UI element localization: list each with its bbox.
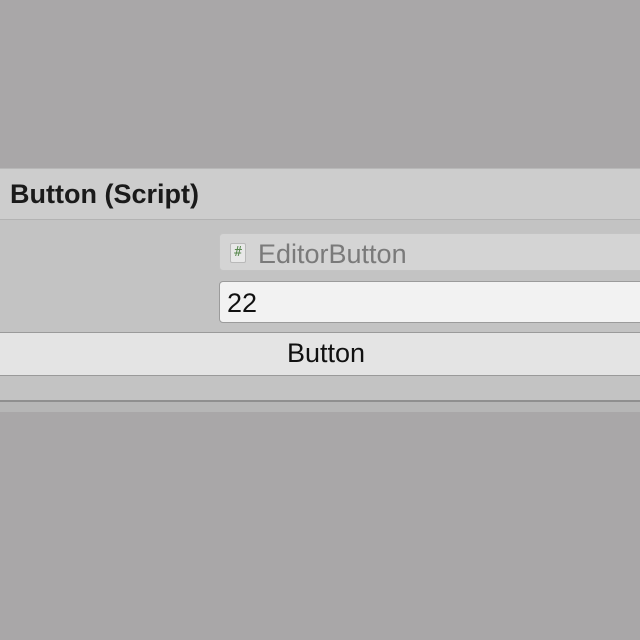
component-header[interactable]: Button (Script) [0,169,640,220]
action-button[interactable]: Button [0,332,640,376]
int-value-input[interactable] [227,288,627,319]
script-name: EditorButton [258,239,407,269]
inspector-area: Button (Script) # EditorButton Button [0,0,640,640]
script-object-field[interactable]: # EditorButton [219,233,640,271]
panel-footer-strip [0,402,640,412]
csharp-script-icon: # [230,243,246,263]
component-panel: Button (Script) # EditorButton Button [0,168,640,403]
component-title: Button (Script) [10,179,199,209]
int-field[interactable] [219,281,640,323]
